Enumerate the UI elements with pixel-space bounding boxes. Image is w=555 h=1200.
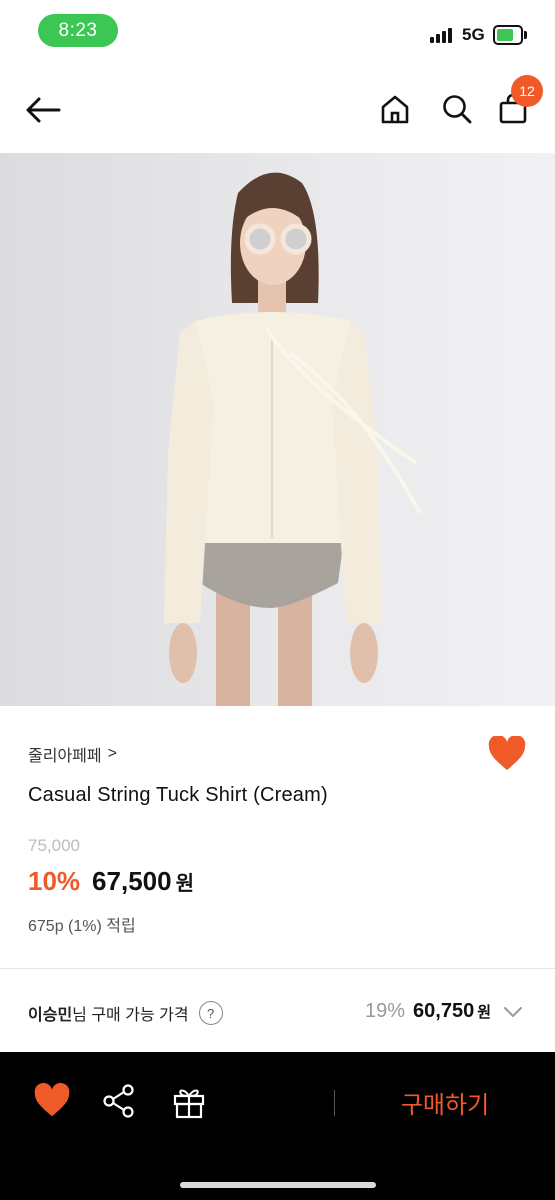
heart-icon xyxy=(34,1082,70,1117)
help-icon[interactable]: ? xyxy=(198,1001,223,1025)
buy-button[interactable]: 구매하기 xyxy=(360,1072,530,1132)
original-price: 75,000 xyxy=(28,836,80,855)
price-row: 10% 67,500 원 xyxy=(28,866,194,897)
bottom-action-bar: 구매하기 xyxy=(0,1052,555,1200)
gift-icon xyxy=(173,1089,205,1119)
status-time: 8:23 xyxy=(38,14,118,47)
model-photo xyxy=(164,172,422,706)
status-bar: 8:23 5G xyxy=(0,0,555,64)
member-amount: 60,750 xyxy=(413,1000,475,1022)
search-icon xyxy=(443,95,472,124)
points-info: 675p (1%) 적립 xyxy=(28,918,136,935)
member-discount: 19% xyxy=(364,1000,406,1022)
bottom-divider xyxy=(334,1090,335,1116)
currency-label: 원 xyxy=(175,873,194,895)
network-label: 5G xyxy=(462,25,485,44)
brand-name: 줄리아페페 xyxy=(28,748,102,765)
member-name: 이승민 xyxy=(28,1007,73,1024)
battery-charging-icon xyxy=(493,25,523,45)
member-currency: 원 xyxy=(477,1004,491,1021)
home-button[interactable] xyxy=(374,88,416,130)
cart-count-badge: 12 xyxy=(511,75,543,107)
member-price-row[interactable]: 이승민 님 구매 가능 가격 ? 19% 60,750 원 xyxy=(0,970,555,1052)
wishlist-heart-button[interactable] xyxy=(487,734,527,772)
discount-rate: 10% xyxy=(28,866,81,896)
divider xyxy=(0,968,555,969)
bottom-wish-button[interactable] xyxy=(33,1082,71,1120)
brand-chevron: > xyxy=(107,745,117,762)
gift-button[interactable] xyxy=(170,1082,208,1120)
product-image[interactable] xyxy=(0,153,555,706)
nav-bar xyxy=(0,64,555,154)
home-icon xyxy=(381,95,409,124)
member-price: 19% 60,750 원 xyxy=(365,1000,491,1023)
arrow-left-icon xyxy=(26,97,61,123)
home-indicator xyxy=(180,1182,376,1188)
signal-bars-icon xyxy=(430,27,452,43)
battery-cap xyxy=(524,31,527,39)
share-button[interactable] xyxy=(100,1082,138,1120)
sale-price: 67,500 xyxy=(92,866,172,896)
member-price-label: 이승민 님 구매 가능 가격 ? xyxy=(28,1001,223,1025)
chevron-down-icon[interactable] xyxy=(502,1004,524,1020)
brand-link[interactable]: 줄리아페페 > xyxy=(28,742,117,766)
product-title: Casual String Tuck Shirt (Cream) xyxy=(28,784,328,806)
share-icon xyxy=(103,1084,134,1118)
search-button[interactable] xyxy=(436,88,478,130)
back-button[interactable] xyxy=(22,90,64,130)
heart-icon xyxy=(488,734,526,770)
member-label-suffix: 님 구매 가능 가격 xyxy=(72,1007,189,1024)
